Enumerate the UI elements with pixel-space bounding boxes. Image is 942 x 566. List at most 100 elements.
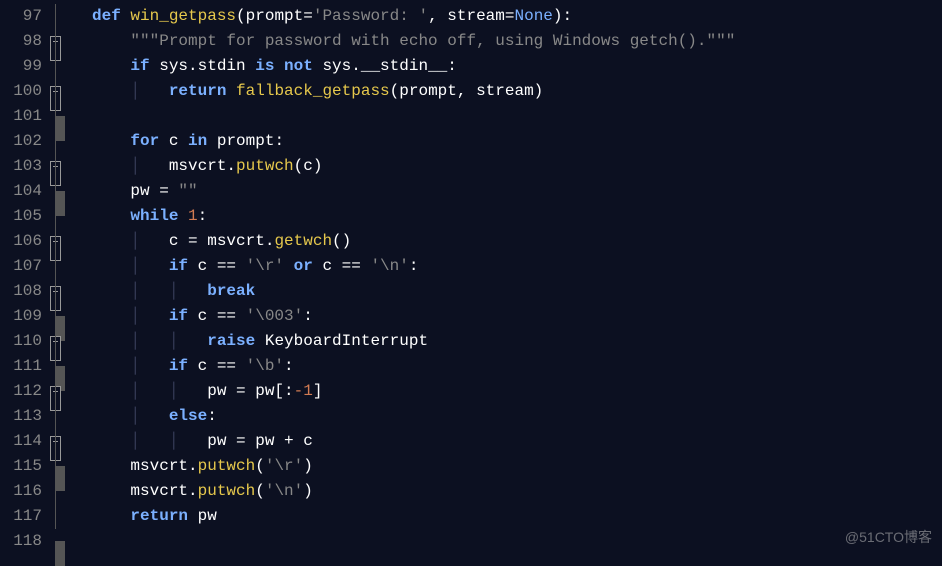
fold-cell [48,54,88,79]
token-op: ( [255,457,265,475]
code-line[interactable]: """Prompt for password with echo off, us… [92,29,735,54]
token-op: (prompt, stream) [390,82,544,100]
token-op: pw = pw + c [207,432,313,450]
token-op [92,282,130,300]
token-op: : [207,407,217,425]
line-number: 101 [0,104,42,129]
code-line[interactable]: if sys.stdin is not sys.__stdin__: [92,54,735,79]
fold-cell [48,104,88,129]
code-line[interactable]: pw = "" [92,179,735,204]
code-line[interactable]: │ if c == '\b': [92,354,735,379]
code-line[interactable]: def win_getpass(prompt='Password: ', str… [92,4,735,29]
fold-cell [48,179,88,204]
token-op: c == [188,357,246,375]
token-op: c == [313,257,371,275]
token-str: "" [178,182,197,200]
token-op [92,32,130,50]
token-fn: fallback_getpass [236,82,390,100]
line-number: 115 [0,454,42,479]
token-op: prompt: [207,132,284,150]
token-op [92,57,130,75]
code-line[interactable]: │ │ pw = pw[:-1] [92,379,735,404]
token-op: pw = [92,182,178,200]
line-number: 105 [0,204,42,229]
fold-cell [48,379,88,404]
token-fn: getwch [274,232,332,250]
line-number: 111 [0,354,42,379]
token-op: pw [188,507,217,525]
token-str: '\b' [246,357,284,375]
token-str: '\r' [246,257,284,275]
code-line[interactable]: msvcrt.putwch('\n') [92,479,735,504]
token-op: ( [255,482,265,500]
token-num: -1 [294,382,313,400]
token-fn: win_getpass [130,7,236,25]
fold-cell [48,129,88,154]
code-line[interactable]: │ return fallback_getpass(prompt, stream… [92,79,735,104]
token-op: ) [303,457,313,475]
token-op: msvcrt. [92,457,198,475]
code-line[interactable] [92,529,735,554]
line-number: 99 [0,54,42,79]
code-line[interactable]: │ if c == '\r' or c == '\n': [92,254,735,279]
fold-cell [48,79,88,104]
code-line[interactable]: while 1: [92,204,735,229]
token-op: : [198,207,208,225]
token-op [284,257,294,275]
token-indent-guide: │ │ [130,382,207,400]
token-op: c = msvcrt. [169,232,275,250]
fold-cell [48,279,88,304]
token-op: KeyboardInterrupt [255,332,428,350]
token-str: '\n' [370,257,408,275]
token-indent-guide: │ [130,232,168,250]
code-line[interactable] [92,104,735,129]
token-kw: return [169,82,227,100]
token-indent-guide: │ [130,82,168,100]
token-op: (prompt= [236,7,313,25]
code-line[interactable]: │ │ break [92,279,735,304]
code-line[interactable]: │ msvcrt.putwch(c) [92,154,735,179]
code-line[interactable]: │ │ pw = pw + c [92,429,735,454]
line-number: 108 [0,279,42,304]
fold-cell [48,4,88,29]
line-number: 117 [0,504,42,529]
fold-cell [48,404,88,429]
token-op [92,232,130,250]
token-kw: for [130,132,159,150]
code-line[interactable]: for c in prompt: [92,129,735,154]
code-line[interactable]: return pw [92,504,735,529]
token-op [92,407,130,425]
token-op [92,207,130,225]
token-op: ] [313,382,323,400]
line-number: 100 [0,79,42,104]
code-line[interactable]: │ if c == '\003': [92,304,735,329]
token-op: sys.stdin [150,57,256,75]
token-op: msvcrt. [169,157,236,175]
token-str: """Prompt for password with echo off, us… [130,32,735,50]
code-line[interactable]: │ c = msvcrt.getwch() [92,229,735,254]
fold-column[interactable] [48,0,88,556]
code-content[interactable]: def win_getpass(prompt='Password: ', str… [88,0,735,556]
token-indent-guide: │ [130,307,168,325]
line-number: 112 [0,379,42,404]
line-number-gutter: 9798991001011021031041051061071081091101… [0,0,48,556]
token-op: sys.__stdin__: [313,57,457,75]
code-editor[interactable]: 9798991001011021031041051061071081091101… [0,0,942,556]
fold-cell [48,229,88,254]
code-line[interactable]: msvcrt.putwch('\r') [92,454,735,479]
fold-cell [48,354,88,379]
token-kw: is not [255,57,313,75]
code-line[interactable]: │ else: [92,404,735,429]
token-kw: raise [207,332,255,350]
token-kw: while [130,207,178,225]
token-indent-guide: │ [130,157,168,175]
token-str: '\r' [265,457,303,475]
code-line[interactable]: │ │ raise KeyboardInterrupt [92,329,735,354]
line-number: 107 [0,254,42,279]
token-op [92,82,130,100]
token-fn: putwch [236,157,294,175]
token-kw: in [188,132,207,150]
fold-cell [48,254,88,279]
token-op: ): [553,7,572,25]
token-op [92,357,130,375]
